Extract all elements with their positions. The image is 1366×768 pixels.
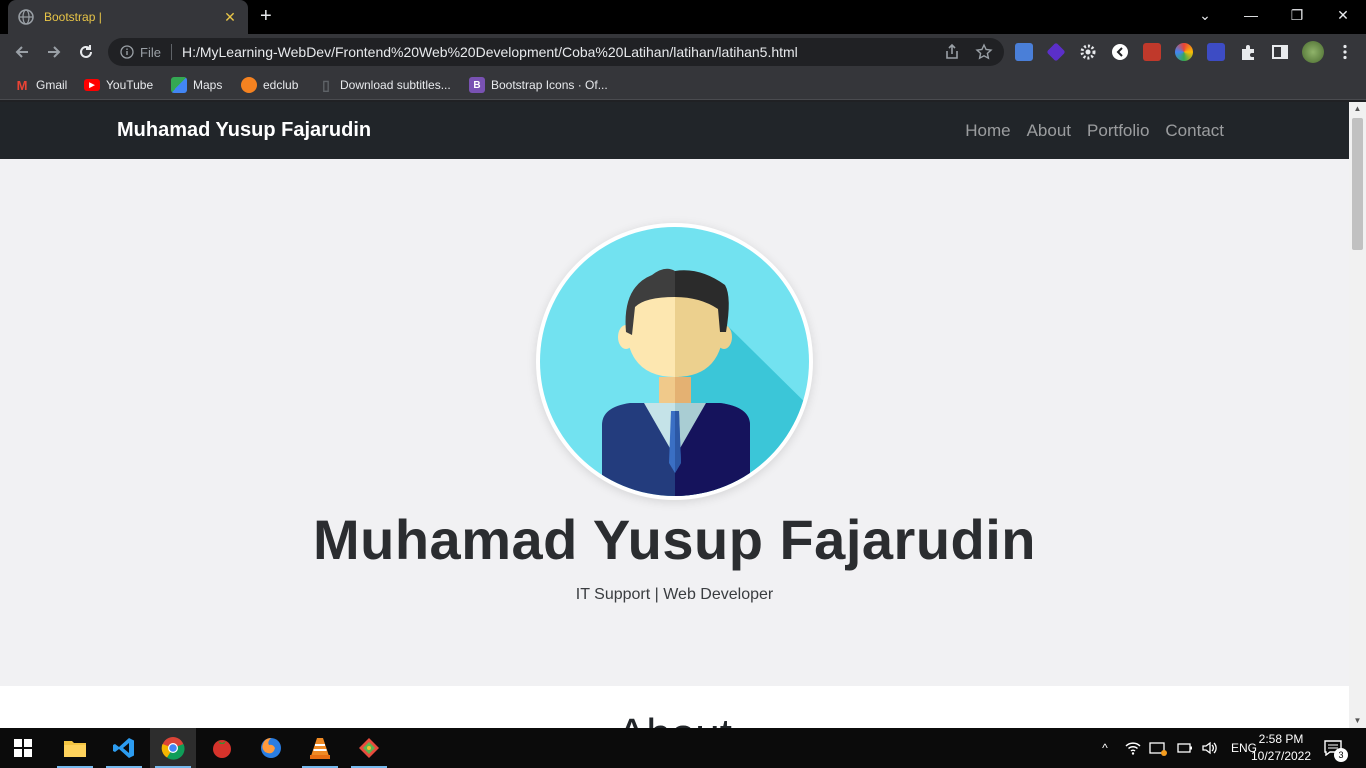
taskbar-vscode[interactable] (101, 728, 147, 768)
profile-avatar-image (536, 223, 813, 500)
close-window-button[interactable]: ✕ (1320, 0, 1366, 30)
nav-link-about[interactable]: About (1027, 121, 1071, 141)
restore-button[interactable]: ❐ (1274, 0, 1320, 30)
profile-avatar[interactable] (1302, 41, 1324, 63)
reload-button[interactable] (74, 40, 98, 64)
system-tray: ^ ENG (1097, 728, 1257, 768)
start-button[interactable] (0, 728, 46, 768)
clock-time: 2:58 PM (1258, 732, 1304, 746)
forward-arrow-icon (48, 46, 61, 58)
bookmark-label: Download subtitles... (340, 78, 451, 92)
bookmark-maps[interactable]: Maps (171, 76, 222, 94)
battery-plug-icon[interactable] (1175, 741, 1193, 755)
bootstrap-icon: B (469, 77, 485, 93)
bookmark-edclub[interactable]: edclub (241, 76, 298, 94)
scroll-up-icon[interactable]: ▲ (1349, 102, 1366, 116)
tab-search-icon[interactable]: ⌄ (1182, 0, 1228, 30)
volume-icon[interactable] (1201, 740, 1219, 756)
bookmark-label: Maps (193, 78, 223, 92)
browser-tab[interactable]: Bootstrap | ✕ (8, 0, 248, 34)
bookmark-label: edclub (263, 78, 299, 92)
subtitles-icon: ▯ (322, 76, 330, 93)
nav-link-portfolio[interactable]: Portfolio (1087, 121, 1149, 141)
nav-link-home[interactable]: Home (965, 121, 1010, 141)
navbar-brand[interactable]: Muhamad Yusup Fajarudin (117, 119, 371, 142)
tab-close-icon[interactable]: ✕ (222, 9, 238, 26)
notification-count-badge: 3 (1334, 748, 1348, 762)
translate-extension-icon[interactable] (1015, 43, 1033, 61)
bookmark-gmail[interactable]: M Gmail (14, 76, 68, 94)
bookmark-label: Gmail (36, 78, 68, 92)
side-panel-icon[interactable] (1271, 43, 1289, 61)
minimize-button[interactable]: — (1228, 0, 1274, 30)
taskbar-tomato-app[interactable] (199, 728, 245, 768)
share-icon[interactable] (943, 43, 961, 61)
chevron-up-icon[interactable]: ^ (1097, 741, 1113, 755)
taskbar-file-explorer[interactable] (52, 728, 98, 768)
clock-date: 10/27/2022 (1250, 749, 1312, 763)
puzzle-extensions-icon[interactable] (1239, 43, 1257, 61)
site-navbar: Muhamad Yusup Fajarudin Home About Portf… (0, 102, 1349, 159)
nav-links: Home About Portfolio Contact (965, 121, 1224, 141)
browser-toolbar: File H:/MyLearning-WebDev/Frontend%20Web… (0, 34, 1366, 70)
calendar-extension-icon[interactable] (1143, 43, 1161, 61)
meet-now-icon[interactable] (1149, 740, 1167, 756)
businessman-avatar-icon (540, 227, 809, 496)
crossed-tools-icon (359, 738, 379, 758)
taskbar-firefox[interactable] (248, 728, 294, 768)
taskbar-clock[interactable]: 2:58 PM 10/27/2022 (1246, 731, 1316, 765)
bookmark-star-icon[interactable] (975, 43, 993, 61)
vlc-icon (310, 738, 330, 759)
gmail-icon: M (16, 77, 28, 93)
nav-link-contact[interactable]: Contact (1165, 121, 1224, 141)
youtube-icon: ▶ (84, 79, 100, 91)
vscode-icon (113, 738, 134, 758)
gear-extension-icon[interactable] (1079, 43, 1097, 61)
bookmark-label: YouTube (106, 78, 154, 92)
maps-icon (171, 77, 187, 93)
color-picker-extension-icon[interactable] (1175, 43, 1193, 61)
bookmarks-bar: M Gmail ▶ YouTube Maps edclub ▯ Download… (0, 70, 1366, 100)
taskbar-vlc[interactable] (297, 728, 343, 768)
scroll-down-icon[interactable]: ▼ (1349, 714, 1366, 728)
wifi-icon[interactable] (1125, 741, 1141, 755)
hero-name: Muhamad Yusup Fajarudin (312, 508, 1036, 571)
bookmark-label: Bootstrap Icons · Of... (491, 78, 608, 92)
bookmark-bootstrap-icons[interactable]: B Bootstrap Icons · Of... (469, 76, 608, 94)
firefox-icon (261, 738, 281, 758)
page-viewport: Muhamad Yusup Fajarudin Home About Portf… (0, 102, 1366, 728)
edclub-icon (241, 77, 257, 93)
back-button[interactable] (10, 40, 34, 64)
url-text[interactable]: H:/MyLearning-WebDev/Frontend%20Web%20De… (182, 44, 798, 60)
new-tab-button[interactable]: + (260, 6, 272, 26)
omnibox-divider (170, 44, 172, 60)
scrollbar-thumb[interactable] (1352, 118, 1363, 250)
chrome-icon (161, 737, 185, 760)
folder-icon (64, 741, 86, 757)
hero-subtitle: IT Support | Web Developer (575, 586, 774, 603)
forward-button[interactable] (42, 40, 66, 64)
tomato-icon (213, 740, 231, 758)
windows-taskbar: ^ ENG 2:58 PM 10/27/2022 3 (0, 728, 1366, 768)
tab-strip: Bootstrap | ✕ + ⌄ — ❐ ✕ (0, 0, 1366, 34)
back-arrow-icon (15, 46, 28, 58)
bookmark-youtube[interactable]: ▶ YouTube (84, 76, 153, 94)
diamond-extension-icon[interactable] (1046, 42, 1066, 62)
taskbar-chrome[interactable] (150, 728, 196, 768)
windows-logo-icon (14, 739, 32, 757)
menu-kebab-icon[interactable] (1336, 43, 1354, 61)
back-circle-extension-icon[interactable] (1111, 43, 1129, 61)
reload-icon (80, 45, 92, 58)
tab-title: Bootstrap | (44, 10, 102, 24)
taskbar-tool-app[interactable] (346, 728, 392, 768)
page-scrollbar[interactable]: ▲ ▼ (1349, 102, 1366, 728)
address-bar[interactable]: File H:/MyLearning-WebDev/Frontend%20Web… (108, 38, 1004, 66)
search-extension-icon[interactable] (1207, 43, 1225, 61)
info-icon[interactable] (120, 45, 134, 59)
bookmark-subtitles[interactable]: ▯ Download subtitles... (318, 76, 451, 94)
file-label: File (140, 44, 161, 60)
globe-icon (18, 9, 34, 25)
about-heading: About (0, 710, 1349, 728)
notification-center[interactable]: 3 (1324, 728, 1348, 768)
